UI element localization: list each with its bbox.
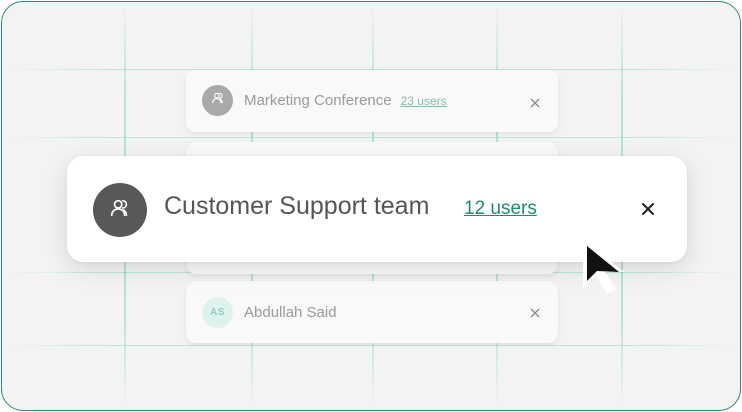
close-icon[interactable]	[637, 198, 659, 220]
list-item-label: Abdullah Said	[244, 304, 337, 321]
list-item-row: AS Abdullah Said	[202, 297, 337, 328]
group-icon	[109, 197, 131, 224]
group-icon	[211, 91, 225, 110]
illustration-frame: Marketing Conference 23 users AS Abdulla…	[1, 1, 741, 411]
list-item-label: Customer Support team	[164, 192, 430, 220]
grid-line	[2, 345, 740, 346]
grid-line	[2, 137, 740, 138]
close-icon[interactable]	[528, 306, 542, 320]
group-avatar	[202, 85, 233, 116]
group-avatar	[93, 183, 147, 237]
cursor-arrow-icon	[580, 236, 630, 301]
avatar: AS	[202, 297, 233, 328]
list-item-label: Marketing Conference	[244, 92, 392, 109]
list-item-row: Marketing Conference 23 users	[202, 85, 447, 116]
list-item[interactable]: Marketing Conference 23 users	[186, 70, 558, 132]
close-icon[interactable]	[528, 96, 542, 110]
list-item[interactable]: AS Abdullah Said	[186, 281, 558, 343]
users-count-link[interactable]: 12 users	[464, 198, 537, 220]
users-count-link[interactable]: 23 users	[401, 94, 447, 108]
